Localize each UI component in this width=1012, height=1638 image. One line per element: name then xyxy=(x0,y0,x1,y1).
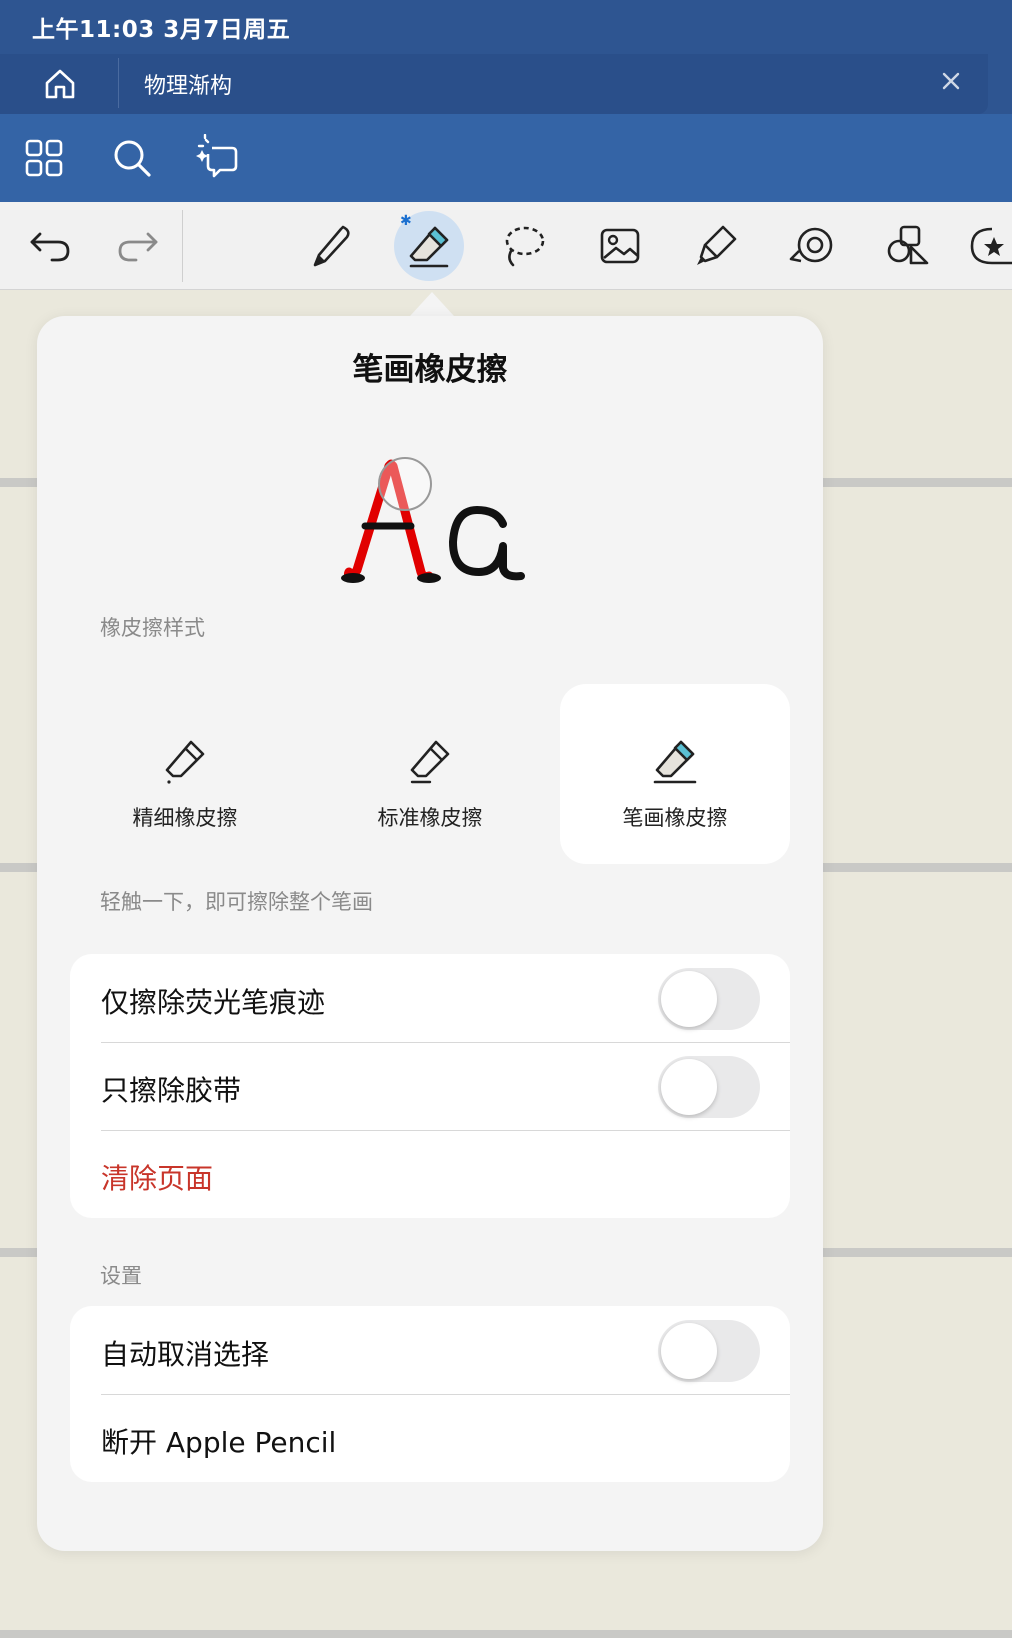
page-line xyxy=(0,1630,1012,1638)
eraser-settings-popover: 笔画橡皮擦 橡皮擦样式 精细橡皮擦 标准橡皮擦 笔画橡皮擦 轻触一下，即可擦除整… xyxy=(37,316,823,1551)
tab-divider xyxy=(118,58,119,108)
auto-deselect-row: 自动取消选择 xyxy=(70,1306,790,1394)
undo-button[interactable] xyxy=(18,214,82,278)
pen-tool-button[interactable] xyxy=(300,214,364,278)
fine-eraser-icon xyxy=(165,740,205,784)
disconnect-pencil-row[interactable]: 断开 Apple Pencil xyxy=(70,1394,790,1482)
drawing-toolbar: ✱ xyxy=(0,202,1012,290)
eraser-style-hint: 轻触一下，即可擦除整个笔画 xyxy=(100,890,373,914)
eraser-preview-illustration xyxy=(341,457,525,583)
page-line xyxy=(820,1248,1012,1257)
toggle-knob xyxy=(661,1323,717,1379)
erase-highlighter-only-toggle[interactable] xyxy=(658,968,760,1030)
standard-eraser-option[interactable]: 标准橡皮擦 xyxy=(315,684,545,864)
app-window: 上午11:03 3月7日周五 物理渐构 ✱ 笔画橡皮擦 橡皮擦样式 精细橡皮擦 … xyxy=(0,0,1012,1638)
popover-title: 笔画橡皮擦 xyxy=(352,352,508,388)
eraser-icon xyxy=(409,226,449,268)
fine-eraser-option[interactable]: 精细橡皮擦 xyxy=(70,684,300,864)
standard-eraser-label: 标准橡皮擦 xyxy=(377,806,483,830)
redo-icon xyxy=(118,232,158,262)
clear-page-button[interactable]: 清除页面 xyxy=(101,1157,213,1197)
search-icon xyxy=(114,140,151,177)
sparkle-chat-icon xyxy=(196,134,238,178)
tape-icon xyxy=(789,227,833,263)
highlighter-tool-button[interactable] xyxy=(684,214,748,278)
erase-tape-only-toggle[interactable] xyxy=(658,1056,760,1118)
erase-highlighter-only-label: 仅擦除荧光笔痕迹 xyxy=(101,986,326,1019)
standard-eraser-icon xyxy=(410,740,450,784)
pen-icon xyxy=(313,225,350,267)
home-button[interactable] xyxy=(38,62,82,106)
eraser-options-group: 仅擦除荧光笔痕迹 只擦除胶带 清除页面 xyxy=(70,954,790,1218)
fine-eraser-label: 精细橡皮擦 xyxy=(132,806,238,830)
erase-highlighter-only-row: 仅擦除荧光笔痕迹 xyxy=(70,954,790,1042)
clear-page-row[interactable]: 清除页面 xyxy=(70,1130,790,1218)
popover-arrow xyxy=(410,292,454,316)
grid-view-button[interactable] xyxy=(16,130,72,186)
stroke-eraser-icon xyxy=(653,740,697,784)
stroke-eraser-option[interactable]: 笔画橡皮擦 xyxy=(560,684,790,864)
grid-icon xyxy=(25,139,63,177)
auto-deselect-label: 自动取消选择 xyxy=(101,1338,270,1371)
top-bar: 上午11:03 3月7日周五 物理渐构 xyxy=(0,0,1012,202)
document-tab-title[interactable]: 物理渐构 xyxy=(144,68,232,100)
tab-strip: 物理渐构 xyxy=(0,54,988,114)
bluetooth-icon: ✱ xyxy=(400,213,412,229)
eraser-style-options: 精细橡皮擦 标准橡皮擦 笔画橡皮擦 xyxy=(70,684,790,864)
tape-tool-button[interactable] xyxy=(780,214,844,278)
shapes-icon xyxy=(887,225,929,265)
home-icon xyxy=(45,69,75,99)
undo-icon xyxy=(30,232,70,262)
stroke-eraser-label: 笔画橡皮擦 xyxy=(622,806,728,830)
toggle-knob xyxy=(661,971,717,1027)
erase-tape-only-label: 只擦除胶带 xyxy=(101,1074,242,1107)
settings-section-label: 设置 xyxy=(100,1264,142,1288)
toggle-knob xyxy=(661,1059,717,1115)
page-line xyxy=(0,1248,40,1257)
status-time: 上午11:03 3月7日周五 xyxy=(32,17,291,43)
highlighter-icon xyxy=(697,225,737,265)
search-button[interactable] xyxy=(104,130,160,186)
auto-deselect-toggle[interactable] xyxy=(658,1320,760,1382)
shapes-tool-button[interactable] xyxy=(876,214,940,278)
redo-button[interactable] xyxy=(106,214,170,278)
page-line xyxy=(0,478,40,487)
eraser-style-section-label: 橡皮擦样式 xyxy=(100,616,205,640)
sticker-tool-button[interactable] xyxy=(968,214,1012,278)
erase-tape-only-row: 只擦除胶带 xyxy=(70,1042,790,1130)
close-tab-button[interactable] xyxy=(936,66,966,96)
disconnect-apple-pencil-button[interactable]: 断开 Apple Pencil xyxy=(101,1421,336,1461)
lasso-tool-button[interactable] xyxy=(492,214,556,278)
page-line xyxy=(820,863,1012,872)
settings-group: 自动取消选择 断开 Apple Pencil xyxy=(70,1306,790,1482)
page-line xyxy=(820,478,1012,487)
eraser-tool-button[interactable]: ✱ xyxy=(394,211,464,281)
sticker-icon xyxy=(970,227,1012,265)
ai-chat-button[interactable] xyxy=(190,130,246,186)
nav-row xyxy=(0,114,1012,202)
toolbar-divider xyxy=(182,210,183,282)
image-tool-button[interactable] xyxy=(588,214,652,278)
close-icon xyxy=(942,72,960,90)
lasso-icon xyxy=(505,226,545,267)
image-icon xyxy=(600,228,640,264)
page-line xyxy=(0,863,40,872)
